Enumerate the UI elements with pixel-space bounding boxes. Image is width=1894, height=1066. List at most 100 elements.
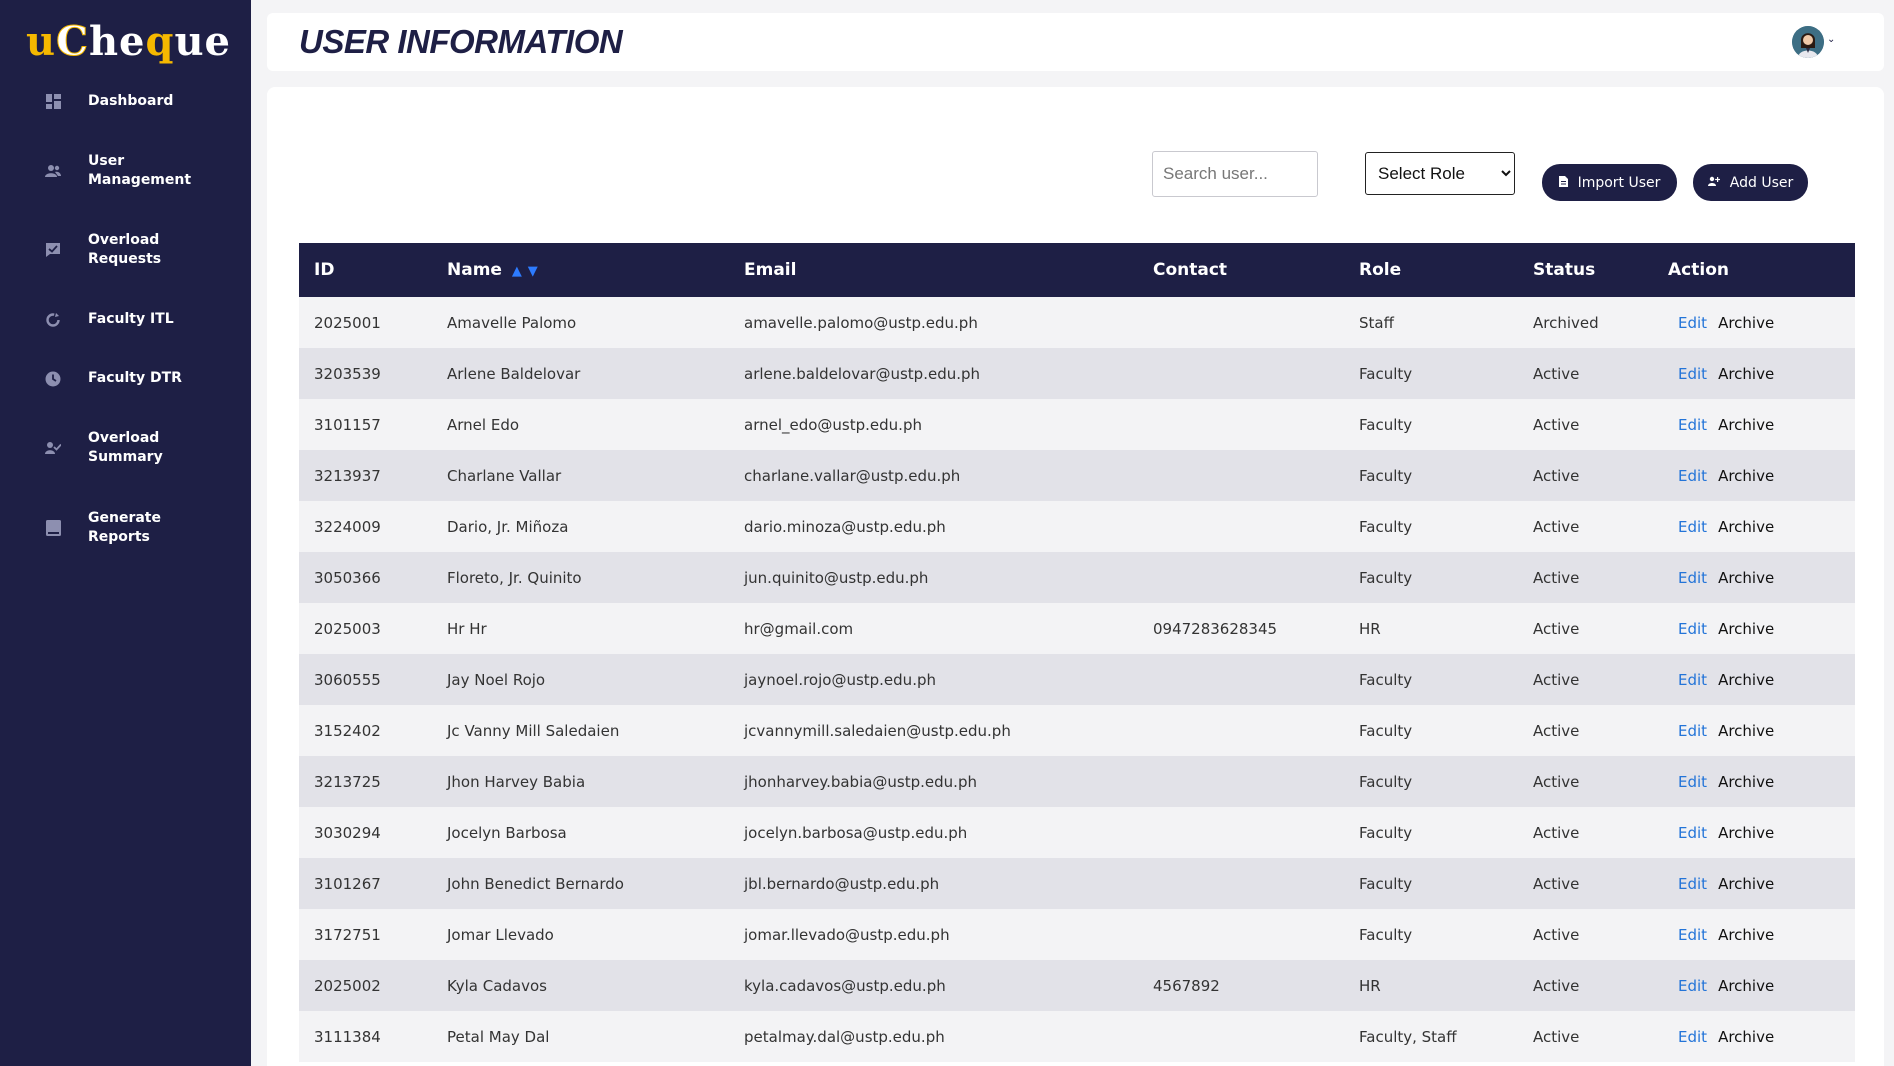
edit-link[interactable]: Edit xyxy=(1678,518,1707,536)
import-user-button[interactable]: Import User xyxy=(1542,164,1677,201)
archive-link[interactable]: Archive xyxy=(1718,365,1774,383)
archive-link[interactable]: Archive xyxy=(1718,1028,1774,1046)
cell-email: jomar.llevado@ustp.edu.ph xyxy=(744,925,950,944)
cell-name: Arlene Baldelovar xyxy=(447,364,581,383)
sort-asc-icon[interactable]: ▲ xyxy=(512,264,522,279)
cell-email: arnel_edo@ustp.edu.ph xyxy=(744,415,922,434)
edit-link[interactable]: Edit xyxy=(1678,875,1707,893)
edit-link[interactable]: Edit xyxy=(1678,773,1707,791)
cell-contact xyxy=(1138,705,1344,756)
edit-link[interactable]: Edit xyxy=(1678,365,1707,383)
archive-link[interactable]: Archive xyxy=(1718,926,1774,944)
cell-email: jbl.bernardo@ustp.edu.ph xyxy=(744,874,940,893)
cell-name: Floreto, Jr. Quinito xyxy=(447,568,582,587)
table-row: 3101157 Arnel Edo arnel_edo@ustp.edu.ph Fac… xyxy=(299,399,1855,450)
cell-action: Edit Archive xyxy=(1653,909,1855,960)
cell-email: charlane.vallar@ustp.edu.ph xyxy=(744,466,961,485)
sidebar-item-faculty-itl[interactable]: Faculty ITL xyxy=(44,310,218,329)
cell-name: Jhon Harvey Babia xyxy=(447,772,586,791)
archive-link[interactable]: Archive xyxy=(1718,824,1774,842)
user-check-icon xyxy=(44,439,62,457)
cell-contact xyxy=(1138,909,1344,960)
archive-link[interactable]: Archive xyxy=(1718,518,1774,536)
add-user-label: Add User xyxy=(1729,174,1794,191)
cell-status: Archived xyxy=(1533,313,1599,332)
table-row: 3224009 Dario, Jr. Miñoza dario.minoza@ust… xyxy=(299,501,1855,552)
archive-link[interactable]: Archive xyxy=(1718,773,1774,791)
archive-link[interactable]: Archive xyxy=(1718,977,1774,995)
edit-link[interactable]: Edit xyxy=(1678,314,1707,332)
archive-link[interactable]: Archive xyxy=(1718,722,1774,740)
archive-link[interactable]: Archive xyxy=(1718,314,1774,332)
archive-link[interactable]: Archive xyxy=(1718,875,1774,893)
cell-id: 3101267 xyxy=(314,874,381,893)
cell-status: Active xyxy=(1533,976,1580,995)
cell-email: kyla.cadavos@ustp.edu.ph xyxy=(744,976,946,995)
import-user-label: Import User xyxy=(1577,174,1661,191)
table-row: 3101267 John Benedict Bernardo jbl.bernard… xyxy=(299,858,1855,909)
cell-role: Faculty xyxy=(1359,670,1413,689)
archive-link[interactable]: Archive xyxy=(1718,671,1774,689)
edit-link[interactable]: Edit xyxy=(1678,722,1707,740)
sidebar-item-faculty-dtr[interactable]: Faculty DTR xyxy=(44,369,218,388)
table-row: 3172751 Jomar Llevado jomar.llevado@ustp.e… xyxy=(299,909,1855,960)
user-table: ID Name ▲ ▼ Email Contact Role Status Ac… xyxy=(299,243,1855,1062)
cell-contact xyxy=(1138,1011,1344,1062)
role-select[interactable]: Select Role xyxy=(1365,152,1515,195)
clock-icon xyxy=(44,370,62,388)
table-row: 2025003 Hr Hr hr@gmail.com 0947283628345 HR A… xyxy=(299,603,1855,654)
edit-link[interactable]: Edit xyxy=(1678,926,1707,944)
edit-link[interactable]: Edit xyxy=(1678,416,1707,434)
edit-link[interactable]: Edit xyxy=(1678,977,1707,995)
archive-link[interactable]: Archive xyxy=(1718,416,1774,434)
cell-role: Faculty xyxy=(1359,466,1413,485)
cell-role: HR xyxy=(1359,619,1381,638)
sidebar-item-dashboard[interactable]: Dashboard xyxy=(44,92,218,111)
cell-contact xyxy=(1138,858,1344,909)
chevron-down-icon[interactable]: ⌄ xyxy=(1827,34,1835,45)
cell-action: Edit Archive xyxy=(1653,654,1855,705)
cell-email: jaynoel.rojo@ustp.edu.ph xyxy=(744,670,936,689)
cell-name: Jc Vanny Mill Saledaien xyxy=(447,721,620,740)
edit-link[interactable]: Edit xyxy=(1678,620,1707,638)
sort-desc-icon[interactable]: ▼ xyxy=(528,264,538,279)
cell-status: Active xyxy=(1533,823,1580,842)
add-user-button[interactable]: Add User xyxy=(1693,164,1808,201)
page-header: USER INFORMATION ⌄ xyxy=(267,13,1884,71)
archive-link[interactable]: Archive xyxy=(1718,467,1774,485)
cell-contact xyxy=(1138,552,1344,603)
cell-action: Edit Archive xyxy=(1653,399,1855,450)
cell-email: jcvannymill.saledaien@ustp.edu.ph xyxy=(744,721,1011,740)
cell-email: dario.minoza@ustp.edu.ph xyxy=(744,517,946,536)
cell-email: jun.quinito@ustp.edu.ph xyxy=(744,568,929,587)
sidebar-item-generate-reports[interactable]: Generate Reports xyxy=(44,509,218,547)
sidebar-item-overload-requests[interactable]: Overload Requests xyxy=(44,231,218,269)
cell-id: 3050366 xyxy=(314,568,381,587)
users-icon xyxy=(44,162,62,180)
edit-link[interactable]: Edit xyxy=(1678,467,1707,485)
edit-link[interactable]: Edit xyxy=(1678,824,1707,842)
cell-name: Jomar Llevado xyxy=(447,925,554,944)
search-input[interactable] xyxy=(1152,151,1318,197)
cell-id: 3030294 xyxy=(314,823,381,842)
sidebar-item-label: Dashboard xyxy=(88,93,174,109)
edit-link[interactable]: Edit xyxy=(1678,1028,1707,1046)
cell-email: jocelyn.barbosa@ustp.edu.ph xyxy=(744,823,968,842)
archive-link[interactable]: Archive xyxy=(1718,569,1774,587)
cell-status: Active xyxy=(1533,772,1580,791)
sidebar-item-label: Faculty ITL xyxy=(88,311,174,327)
cell-name: Amavelle Palomo xyxy=(447,313,577,332)
column-header-status: Status xyxy=(1533,260,1596,280)
avatar[interactable] xyxy=(1792,26,1824,58)
app-logo[interactable]: u Che q ue xyxy=(26,18,231,68)
cell-id: 2025001 xyxy=(314,313,381,332)
archive-link[interactable]: Archive xyxy=(1718,620,1774,638)
cell-id: 2025002 xyxy=(314,976,381,995)
table-row: 2025002 Kyla Cadavos kyla.cadavos@ustp.edu… xyxy=(299,960,1855,1011)
cell-status: Active xyxy=(1533,415,1580,434)
edit-link[interactable]: Edit xyxy=(1678,671,1707,689)
cell-status: Active xyxy=(1533,721,1580,740)
sidebar-item-user-management[interactable]: User Management xyxy=(44,152,218,190)
sidebar-item-overload-summary[interactable]: Overload Summary xyxy=(44,429,218,467)
edit-link[interactable]: Edit xyxy=(1678,569,1707,587)
